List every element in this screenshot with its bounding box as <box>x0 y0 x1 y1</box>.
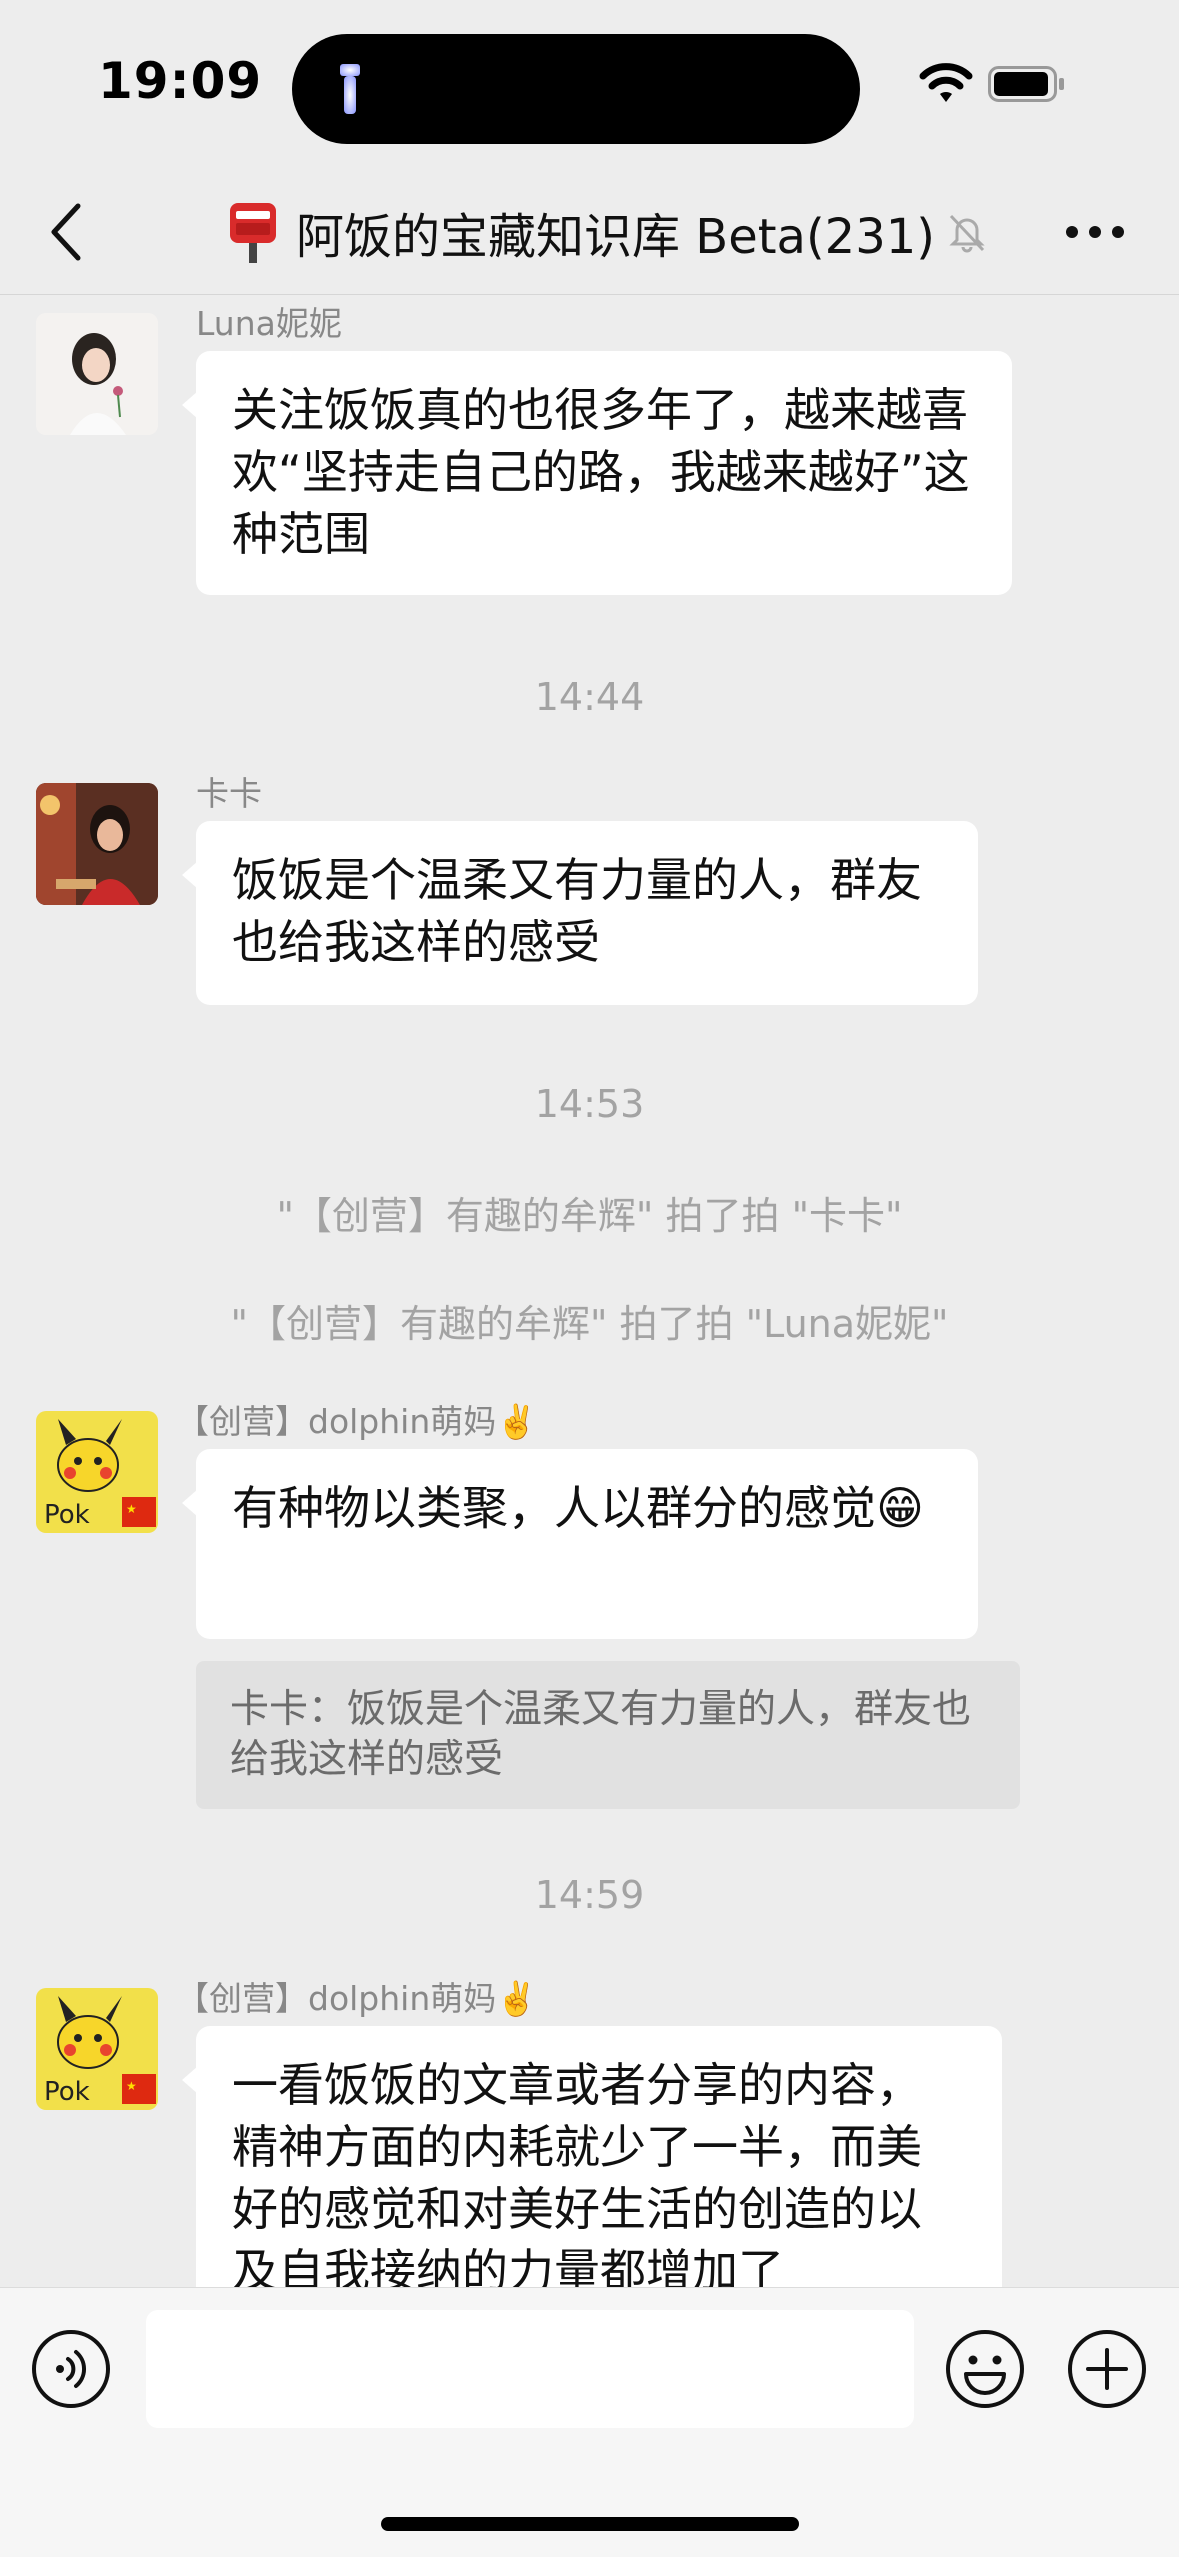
battery-icon <box>988 66 1064 102</box>
timestamp: 14:44 <box>534 675 645 719</box>
mute-bell-icon <box>949 214 985 253</box>
avatar-image: Pok ★ <box>36 1411 158 1533</box>
message-bubble[interactable]: 一看饭饭的文章或者分享的内容，精神方面的内耗就少了一半，而美好的感觉和对美好生活… <box>182 2026 1002 2287</box>
svg-text:Pok: Pok <box>44 2077 90 2107</box>
dynamic-island <box>292 34 860 144</box>
plus-icon[interactable] <box>1066 2328 1148 2410</box>
message-bubble[interactable]: 关注饭饭真的也很多年了，越来越喜欢“坚持走自己的路，我越来越好”这种范围 <box>182 351 1012 595</box>
nav-bar: 阿饭的宝藏知识库 Beta(231) <box>0 170 1179 295</box>
sender-name: Luna妮妮 <box>196 304 342 343</box>
status-time: 19:09 <box>98 52 263 110</box>
pat-notification: "【创营】有趣的牟辉" 拍了拍 "卡卡" <box>276 1194 903 1238</box>
home-indicator <box>381 2517 799 2531</box>
mailbox-icon <box>230 203 276 263</box>
input-bar <box>0 2287 1179 2557</box>
avatar-image <box>36 313 158 435</box>
status-bar: 19:09 <box>0 0 1179 170</box>
avatar[interactable] <box>36 783 158 905</box>
sender-name: 卡卡 <box>196 774 262 813</box>
flashlight-icon <box>340 64 360 114</box>
group-name: 阿饭的宝藏知识库 Beta(231) <box>296 209 936 265</box>
chat-history[interactable]: Luna妮妮 关注饭饭真的也很多年了，越来越喜欢“坚持走自己的路，我越来越好”这… <box>0 295 1179 2287</box>
chat-title[interactable]: 阿饭的宝藏知识库 Beta(231) <box>226 192 989 272</box>
timestamp: 14:59 <box>534 1873 645 1917</box>
sender-name: 【创营】dolphin萌妈✌️ <box>176 1979 538 2018</box>
message-bubble[interactable]: 有种物以类聚，人以群分的感觉😁 <box>182 1449 978 1639</box>
message-bubble[interactable]: 饭饭是个温柔又有力量的人，群友也给我这样的感受 <box>182 821 978 1005</box>
svg-text:Pok: Pok <box>44 1500 90 1530</box>
svg-text:★: ★ <box>126 1502 137 1516</box>
pat-notification: "【创营】有趣的牟辉" 拍了拍 "Luna妮妮" <box>230 1302 949 1346</box>
quoted-message[interactable]: 卡卡：饭饭是个温柔又有力量的人，群友也给我这样的感受 <box>196 1661 1020 1809</box>
avatar[interactable]: Pok ★ <box>36 1988 158 2110</box>
emoji-icon[interactable] <box>944 2328 1026 2410</box>
svg-text:★: ★ <box>126 2079 137 2093</box>
sender-name: 【创营】dolphin萌妈✌️ <box>176 1402 538 1441</box>
timestamp: 14:53 <box>534 1082 645 1126</box>
avatar-image: Pok ★ <box>36 1988 158 2110</box>
more-icon[interactable] <box>1064 214 1126 250</box>
avatar[interactable] <box>36 313 158 435</box>
avatar-image <box>36 783 158 905</box>
message-input[interactable] <box>146 2310 914 2428</box>
back-icon[interactable] <box>46 200 86 264</box>
avatar[interactable]: Pok ★ <box>36 1411 158 1533</box>
wifi-icon <box>919 63 973 102</box>
voice-icon[interactable] <box>30 2328 112 2410</box>
